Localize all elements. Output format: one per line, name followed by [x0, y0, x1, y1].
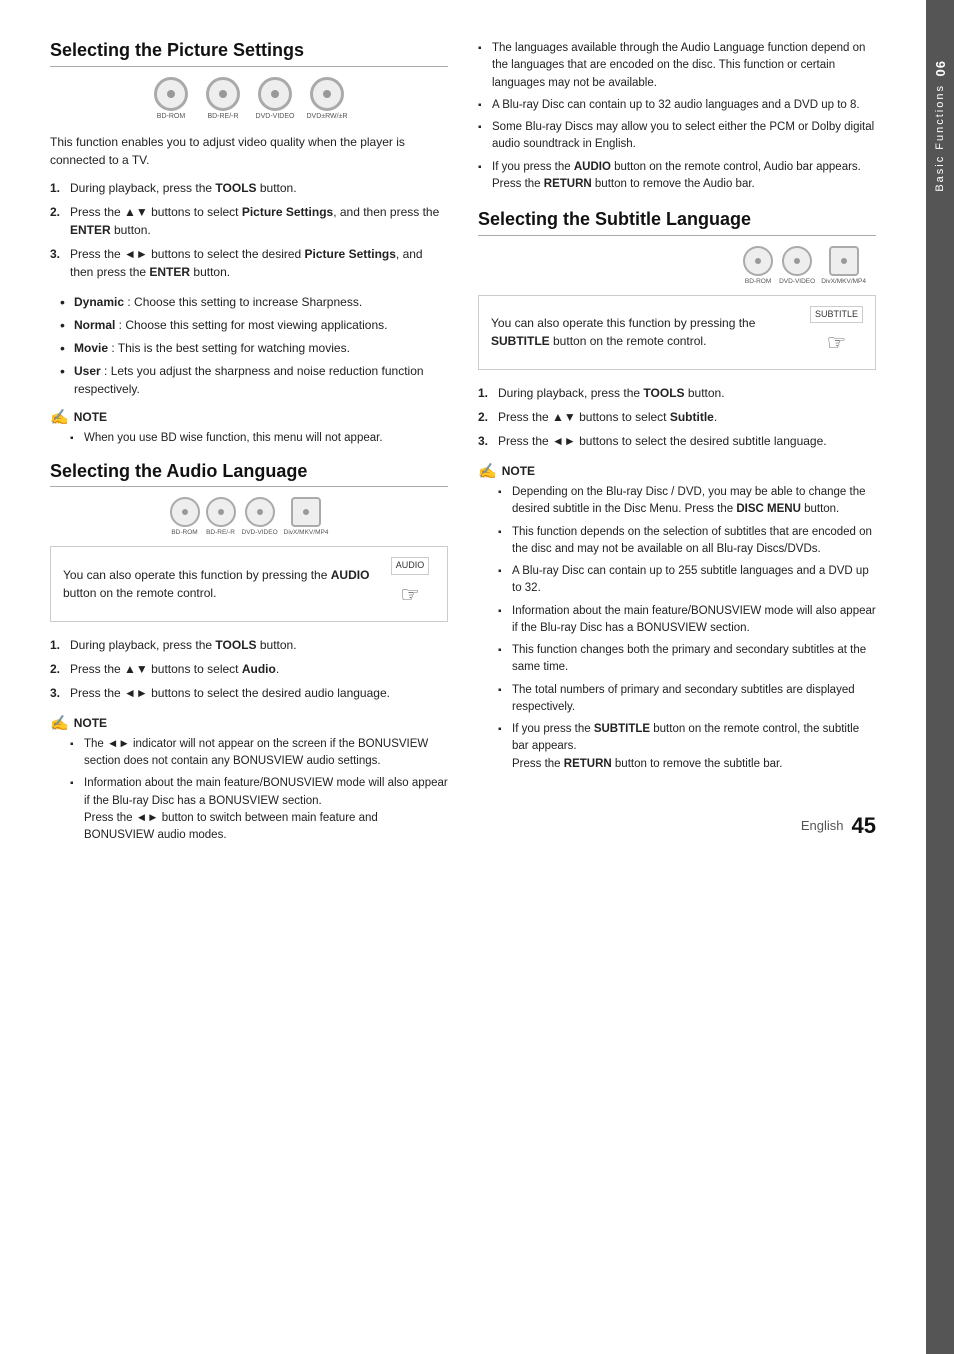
audio-right-note-3: Some Blu-ray Discs may allow you to sele… — [478, 119, 876, 154]
audio-btn-label: AUDIO — [391, 557, 430, 575]
picture-settings-note: ✍ NOTE When you use BD wise function, th… — [50, 408, 448, 447]
subtitle-function-box: You can also operate this function by pr… — [478, 295, 876, 371]
audio-function-text: You can also operate this function by pr… — [63, 566, 373, 602]
audio-function-box: You can also operate this function by pr… — [50, 546, 448, 622]
section-picture-settings: Selecting the Picture Settings BD-ROM BD… — [50, 40, 448, 447]
audio-right-note-2: A Blu-ray Disc can contain up to 32 audi… — [478, 97, 876, 114]
audio-bd-re-r-icon: BD-RE/-R — [206, 497, 236, 536]
step-1: 1. During playback, press the TOOLS butt… — [50, 179, 448, 197]
bd-rom-icon: BD-ROM — [149, 77, 193, 121]
subtitle-note-icon: ✍ — [478, 462, 497, 480]
subtitle-divx-icon: DivX/MKV/MP4 — [821, 246, 866, 285]
audio-note: ✍ NOTE The ◄► indicator will not appear … — [50, 714, 448, 845]
audio-note-icon: ✍ — [50, 714, 69, 732]
audio-step-1: 1. During playback, press the TOOLS butt… — [50, 636, 448, 654]
picture-settings-bullets: Dynamic : Choose this setting to increas… — [60, 293, 448, 398]
side-tab-number: 06 — [933, 60, 948, 76]
audio-note-1: The ◄► indicator will not appear on the … — [70, 736, 448, 771]
subtitle-steps: 1. During playback, press the TOOLS butt… — [478, 384, 876, 450]
picture-settings-steps: 1. During playback, press the TOOLS butt… — [50, 179, 448, 281]
bd-re-r-icon: BD-RE/-R — [201, 77, 245, 121]
audio-steps: 1. During playback, press the TOOLS butt… — [50, 636, 448, 702]
audio-language-icons: BD-ROM BD-RE/-R DVD-VIDEO DivX/MKV/MP4 — [50, 497, 448, 536]
picture-settings-icons: BD-ROM BD-RE/-R DVD-VIDEO DVD±RW/±R — [50, 77, 448, 121]
audio-right-note-list: The languages available through the Audi… — [478, 40, 876, 193]
side-tab-text: Basic Functions — [934, 84, 946, 192]
subtitle-note-6: The total numbers of primary and seconda… — [498, 682, 876, 717]
subtitle-note-4: Information about the main feature/BONUS… — [498, 603, 876, 638]
step-3: 3. Press the ◄► buttons to select the de… — [50, 245, 448, 281]
section-divider — [50, 66, 448, 67]
page-lang: English — [801, 818, 844, 833]
section-audio-language: Selecting the Audio Language BD-ROM BD-R… — [50, 461, 448, 845]
subtitle-bd-rom-icon: BD-ROM — [743, 246, 773, 285]
bullet-dynamic: Dynamic : Choose this setting to increas… — [60, 293, 448, 311]
audio-dvd-video-icon: DVD-VIDEO — [242, 497, 278, 536]
right-column: The languages available through the Audi… — [478, 40, 876, 1314]
side-tab: 06 Basic Functions — [926, 0, 954, 1354]
audio-remote-button: AUDIO ☞ — [385, 557, 435, 611]
page: 06 Basic Functions Selecting the Picture… — [0, 0, 954, 1354]
audio-note-label: NOTE — [74, 716, 107, 730]
step-2: 2. Press the ▲▼ buttons to select Pictur… — [50, 203, 448, 239]
audio-section-divider — [50, 486, 448, 487]
audio-bd-rom-icon: BD-ROM — [170, 497, 200, 536]
subtitle-note-2: This function depends on the selection o… — [498, 524, 876, 559]
audio-step-3: 3. Press the ◄► buttons to select the de… — [50, 684, 448, 702]
bullet-normal: Normal : Choose this setting for most vi… — [60, 316, 448, 334]
audio-right-note-4: If you press the AUDIO button on the rem… — [478, 159, 876, 194]
picture-settings-title: Selecting the Picture Settings — [50, 40, 448, 62]
audio-language-title: Selecting the Audio Language — [50, 461, 448, 483]
hand-icon: ☞ — [400, 578, 420, 611]
note-label: NOTE — [74, 410, 107, 424]
subtitle-btn-label: SUBTITLE — [810, 306, 863, 324]
audio-language-continued-notes: The languages available through the Audi… — [478, 40, 876, 193]
dvd-video-icon: DVD-VIDEO — [253, 77, 297, 121]
left-column: Selecting the Picture Settings BD-ROM BD… — [50, 40, 448, 1314]
subtitle-hand-icon: ☞ — [827, 326, 847, 359]
picture-note-list: When you use BD wise function, this menu… — [70, 430, 448, 447]
subtitle-dvd-video-icon: DVD-VIDEO — [779, 246, 815, 285]
bullet-movie: Movie : This is the best setting for wat… — [60, 339, 448, 357]
picture-settings-intro: This function enables you to adjust vide… — [50, 133, 448, 169]
audio-divx-icon: DivX/MKV/MP4 — [284, 497, 329, 536]
dvd-rw-r-icon: DVD±RW/±R — [305, 77, 349, 121]
subtitle-note-label: NOTE — [502, 464, 535, 478]
audio-right-note-1: The languages available through the Audi… — [478, 40, 876, 92]
page-number: 45 — [852, 813, 876, 839]
subtitle-note-3: A Blu-ray Disc can contain up to 255 sub… — [498, 563, 876, 598]
note-item-1: When you use BD wise function, this menu… — [70, 430, 448, 447]
subtitle-language-title: Selecting the Subtitle Language — [478, 209, 876, 231]
subtitle-step-3: 3. Press the ◄► buttons to select the de… — [478, 432, 876, 450]
subtitle-note-5: This function changes both the primary a… — [498, 642, 876, 677]
subtitle-note-list: Depending on the Blu-ray Disc / DVD, you… — [498, 484, 876, 773]
subtitle-step-2: 2. Press the ▲▼ buttons to select Subtit… — [478, 408, 876, 426]
main-content: Selecting the Picture Settings BD-ROM BD… — [0, 0, 926, 1354]
subtitle-note-7: If you press the SUBTITLE button on the … — [498, 721, 876, 773]
subtitle-icons: BD-ROM DVD-VIDEO DivX/MKV/MP4 — [478, 246, 866, 285]
subtitle-remote-button: SUBTITLE ☞ — [810, 306, 863, 360]
subtitle-function-text: You can also operate this function by pr… — [491, 314, 798, 350]
audio-note-list: The ◄► indicator will not appear on the … — [70, 736, 448, 845]
section-subtitle-language: Selecting the Subtitle Language BD-ROM D… — [478, 209, 876, 773]
subtitle-step-1: 1. During playback, press the TOOLS butt… — [478, 384, 876, 402]
bullet-user: User : Lets you adjust the sharpness and… — [60, 362, 448, 398]
audio-note-2: Information about the main feature/BONUS… — [70, 775, 448, 844]
audio-step-2: 2. Press the ▲▼ buttons to select Audio. — [50, 660, 448, 678]
note-icon: ✍ — [50, 408, 69, 426]
subtitle-note-1: Depending on the Blu-ray Disc / DVD, you… — [498, 484, 876, 519]
subtitle-note: ✍ NOTE Depending on the Blu-ray Disc / D… — [478, 462, 876, 773]
subtitle-section-divider — [478, 235, 876, 236]
